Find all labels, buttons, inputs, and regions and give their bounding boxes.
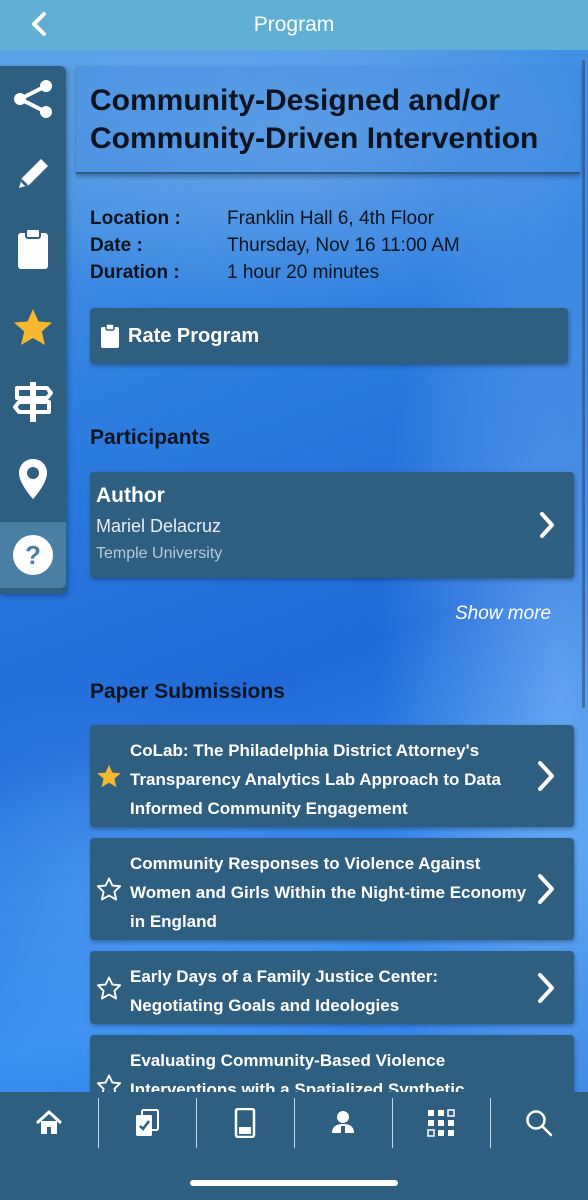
help-button[interactable]: ? bbox=[0, 522, 66, 588]
duration-label: Duration : bbox=[90, 262, 180, 283]
back-button[interactable] bbox=[24, 8, 54, 40]
paper-submissions-heading: Paper Submissions bbox=[90, 680, 285, 703]
tab-home[interactable] bbox=[0, 1092, 98, 1154]
notes-button[interactable] bbox=[0, 141, 66, 207]
star-filled-icon[interactable] bbox=[96, 764, 122, 789]
kiosk-icon bbox=[234, 1108, 256, 1138]
date-label: Date : bbox=[90, 235, 143, 256]
top-bar: Program bbox=[0, 0, 588, 50]
side-rail: ? bbox=[0, 66, 66, 594]
location-label: Location : bbox=[90, 208, 181, 229]
star-outline-icon[interactable] bbox=[96, 877, 122, 902]
chevron-left-icon bbox=[32, 12, 46, 36]
share-button[interactable] bbox=[0, 66, 66, 132]
scroll-indicator[interactable] bbox=[582, 60, 585, 708]
signpost-icon bbox=[13, 382, 53, 422]
map-button[interactable] bbox=[0, 446, 66, 512]
location-row: Location : Franklin Hall 6, 4th Floor bbox=[90, 208, 460, 235]
star-outline-icon[interactable] bbox=[96, 975, 122, 1000]
pencil-icon bbox=[19, 159, 48, 188]
chevron-right-icon bbox=[536, 760, 556, 792]
duration-value: 1 hour 20 minutes bbox=[227, 262, 380, 283]
clipboard-icon bbox=[18, 228, 48, 269]
chevron-right-icon bbox=[538, 511, 556, 539]
participants-heading: Participants bbox=[90, 426, 211, 449]
star-icon bbox=[14, 309, 52, 345]
participant-name: Mariel Delacruz bbox=[96, 516, 222, 536]
program-info: Location : Franklin Hall 6, 4th Floor Da… bbox=[90, 208, 460, 289]
directions-button[interactable] bbox=[0, 369, 66, 435]
date-value: Thursday, Nov 16 11:00 AM bbox=[227, 235, 460, 256]
home-icon bbox=[35, 1110, 63, 1134]
date-row: Date : Thursday, Nov 16 11:00 AM bbox=[90, 235, 460, 262]
tab-schedule[interactable] bbox=[98, 1092, 196, 1154]
paper-title: Early Days of a Family Justice Center: N… bbox=[130, 967, 439, 1015]
tab-search[interactable] bbox=[490, 1092, 588, 1154]
rate-program-label: Rate Program bbox=[128, 324, 260, 347]
location-value: Franklin Hall 6, 4th Floor bbox=[227, 208, 434, 229]
paper-title: CoLab: The Philadelphia District Attorne… bbox=[130, 741, 501, 818]
svg-text:?: ? bbox=[25, 540, 41, 570]
clipboard-icon bbox=[100, 323, 120, 349]
checklist-icon bbox=[136, 1109, 159, 1136]
search-icon bbox=[526, 1110, 553, 1137]
chevron-right-icon bbox=[536, 873, 556, 905]
program-header: Community-Designed and/or Community-Driv… bbox=[76, 66, 580, 174]
survey-button[interactable] bbox=[0, 216, 66, 282]
page-title: Program bbox=[253, 13, 335, 36]
program-title: Community-Designed and/or Community-Driv… bbox=[90, 84, 539, 155]
tab-speakers[interactable] bbox=[294, 1092, 392, 1154]
tab-more[interactable] bbox=[392, 1092, 490, 1154]
participant-role: Author bbox=[96, 484, 165, 507]
participant-card[interactable]: Author Mariel Delacruz Temple University bbox=[90, 472, 574, 578]
show-more-link[interactable]: Show more bbox=[455, 603, 551, 625]
share-icon bbox=[14, 80, 52, 118]
rate-program-button[interactable]: Rate Program bbox=[90, 308, 568, 364]
paper-title: Community Responses to Violence Against … bbox=[130, 854, 527, 931]
favorite-button[interactable] bbox=[0, 294, 66, 360]
paper-item[interactable]: Community Responses to Violence Against … bbox=[90, 838, 574, 940]
home-indicator[interactable] bbox=[190, 1180, 398, 1186]
location-pin-icon bbox=[19, 459, 47, 499]
participant-org: Temple University bbox=[96, 545, 223, 562]
paper-item[interactable]: Early Days of a Family Justice Center: N… bbox=[90, 951, 574, 1024]
chevron-right-icon bbox=[536, 972, 556, 1004]
help-icon: ? bbox=[13, 535, 53, 575]
paper-item[interactable]: CoLab: The Philadelphia District Attorne… bbox=[90, 725, 574, 827]
duration-row: Duration : 1 hour 20 minutes bbox=[90, 262, 460, 289]
grid-icon bbox=[427, 1109, 455, 1137]
speaker-icon bbox=[332, 1111, 354, 1135]
tab-exhibitors[interactable] bbox=[196, 1092, 294, 1154]
